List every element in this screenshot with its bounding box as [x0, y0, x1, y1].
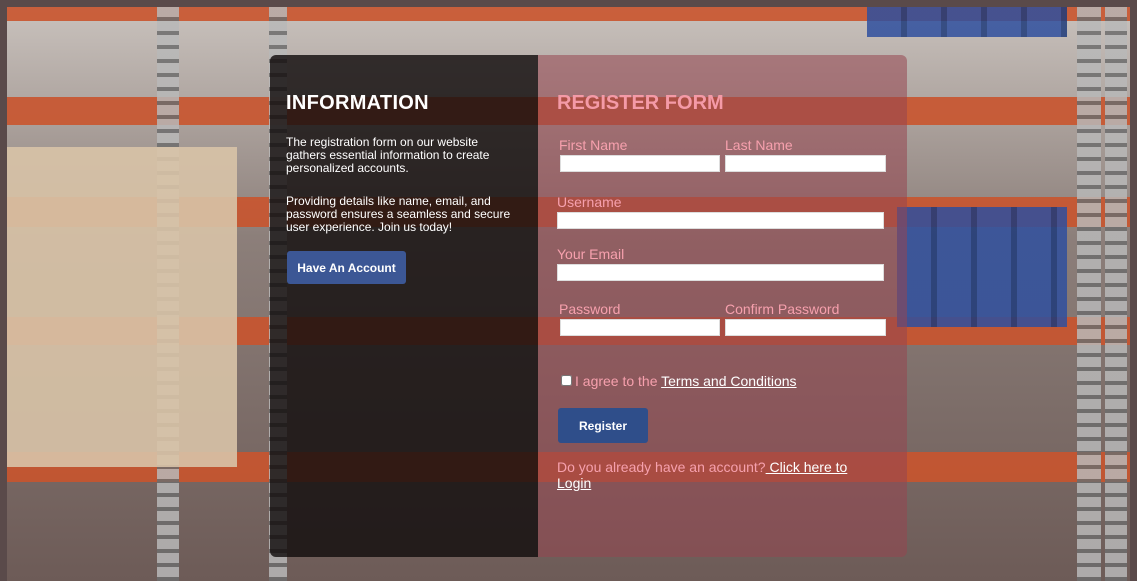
terms-agreement: I agree to the Terms and Conditions [575, 373, 797, 389]
register-button[interactable]: Register [558, 408, 648, 443]
password-field[interactable] [560, 319, 720, 336]
register-form-title: REGISTER FORM [557, 92, 724, 114]
terms-and-conditions-link[interactable]: Terms and Conditions [661, 373, 796, 389]
information-paragraph-1: The registration form on our website gat… [286, 135, 490, 175]
last-name-field[interactable] [725, 155, 886, 172]
email-label: Your Email [557, 246, 625, 262]
register-form-panel: REGISTER FORM First Name Last Name Usern… [538, 55, 907, 557]
confirm-password-label: Confirm Password [725, 301, 840, 317]
terms-checkbox[interactable] [561, 375, 572, 386]
password-label: Password [559, 301, 621, 317]
username-field[interactable] [557, 212, 884, 229]
first-name-field[interactable] [560, 155, 720, 172]
confirm-password-field[interactable] [725, 319, 886, 336]
have-an-account-button[interactable]: Have An Account [287, 251, 406, 284]
login-prompt: Do you already have an account? Click he… [557, 459, 877, 491]
username-label: Username [557, 194, 622, 210]
first-name-label: First Name [559, 137, 628, 153]
register-card: INFORMATION The registration form on our… [270, 55, 907, 557]
last-name-label: Last Name [725, 137, 793, 153]
email-field[interactable] [557, 264, 884, 281]
terms-agreement-text: I agree to the [575, 373, 662, 389]
login-prompt-text: Do you already have an account? [557, 459, 766, 475]
information-paragraph-2: Providing details like name, email, and … [286, 194, 511, 234]
information-panel: INFORMATION The registration form on our… [270, 55, 538, 557]
information-title: INFORMATION [286, 92, 429, 114]
